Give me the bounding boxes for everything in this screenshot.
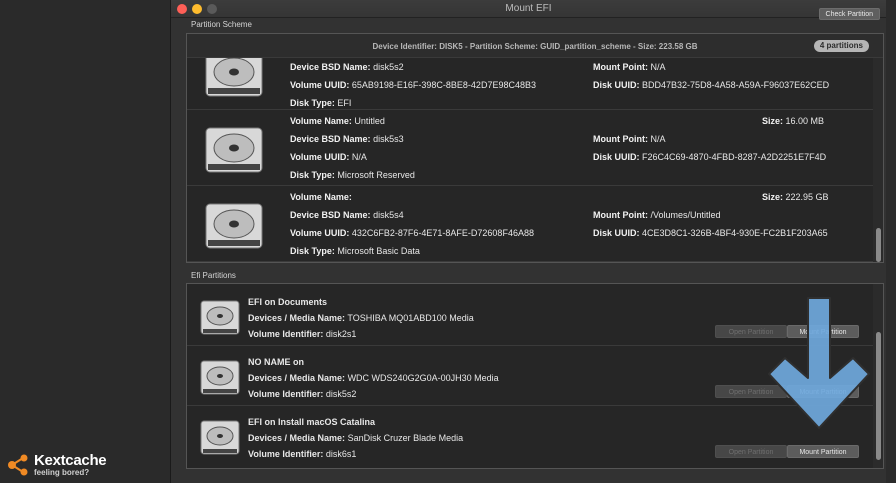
disk-type-label: Disk Type: [290, 170, 335, 180]
media-value: WDC WDS240G2G0A-00JH30 Media [347, 373, 499, 383]
media-label: Devices / Media Name: [248, 373, 346, 383]
disk-uuid-value: F26C4C69-4870-4FBD-8287-A2D2251E7F4D [642, 152, 827, 162]
volume-identifier-value: disk5s2 [325, 389, 357, 399]
size-label: Size: [762, 116, 784, 126]
partition-scheme-label: Partition Scheme [191, 20, 252, 29]
media-value: SanDisk Cruzer Blade Media [347, 433, 464, 443]
device-bsd-value: disk5s3 [373, 134, 404, 144]
logo-text: Kextcache [34, 452, 107, 469]
media-label: Devices / Media Name: [248, 433, 346, 443]
device-bsd-label: Device BSD Name: [290, 62, 371, 72]
efi-scroll-thumb[interactable] [876, 332, 881, 460]
disk-type-label: Disk Type: [290, 246, 335, 256]
device-bsd-value: disk5s2 [373, 62, 404, 72]
volume-identifier-label: Volume Identifier: [248, 389, 324, 399]
mount-point-label: Mount Point: [593, 62, 648, 72]
mount-point-label: Mount Point: [593, 210, 648, 220]
volume-uuid-value: N/A [351, 152, 367, 162]
partition-row: Device BSD Name: disk5s2 Mount Point: N/… [187, 58, 883, 110]
title-bar: Mount EFI [171, 0, 886, 18]
partition-scroll-thumb[interactable] [876, 228, 881, 262]
disk-uuid-value: BDD47B32-75D8-4A58-A59A-F96037E62CED [642, 80, 830, 90]
volume-uuid-value: 65AB9198-E16F-398C-8BE8-42D7E98C48B3 [351, 80, 536, 90]
disk-type-value: Microsoft Basic Data [337, 246, 420, 256]
efi-title: NO NAME on [248, 357, 304, 367]
volume-identifier-value: disk6s1 [325, 449, 357, 459]
device-bsd-value: disk5s4 [373, 210, 404, 220]
volume-uuid-value: 432C6FB2-87F6-4E71-8AFE-D72608F46A88 [351, 228, 534, 238]
volume-identifier-label: Volume Identifier: [248, 449, 324, 459]
check-partition-button[interactable]: Check Partition [818, 8, 880, 20]
partition-row: Volume Name: Size: 222.95 GB Device BSD … [187, 186, 883, 262]
media-label: Devices / Media Name: [248, 313, 346, 323]
kextcache-logo: Kextcache feeling bored? [6, 451, 136, 479]
device-bsd-label: Device BSD Name: [290, 134, 371, 144]
hard-drive-icon [205, 58, 263, 97]
volume-uuid-label: Volume UUID: [290, 228, 350, 238]
volume-name-value: Untitled [354, 116, 385, 126]
partition-count-badge: 4 partitions [813, 40, 869, 52]
mount-point-label: Mount Point: [593, 134, 648, 144]
share-nodes-icon [8, 454, 28, 476]
window-title: Mount EFI [505, 3, 552, 14]
efi-title: EFI on Install macOS Catalina [248, 417, 376, 427]
hard-drive-icon [200, 420, 240, 455]
partition-scheme-panel: Device Identifier: DISK5 - Partition Sch… [186, 33, 884, 263]
volume-uuid-label: Volume UUID: [290, 80, 350, 90]
partition-row: Volume Name: Untitled Size: 16.00 MB Dev… [187, 110, 883, 186]
size-label: Size: [762, 192, 784, 202]
partition-list[interactable]: Device BSD Name: disk5s2 Mount Point: N/… [187, 58, 883, 262]
volume-uuid-label: Volume UUID: [290, 152, 350, 162]
disk-type-label: Disk Type: [290, 98, 335, 108]
open-partition-button[interactable]: Open Partition [715, 445, 787, 458]
disk-type-value: Microsoft Reserved [337, 170, 415, 180]
disk-uuid-label: Disk UUID: [593, 80, 640, 90]
hard-drive-icon [200, 360, 240, 395]
size-value: 16.00 MB [785, 116, 825, 126]
hard-drive-icon [205, 203, 263, 249]
size-value: 222.95 GB [785, 192, 829, 202]
disk-uuid-label: Disk UUID: [593, 228, 640, 238]
mount-point-value: N/A [650, 62, 666, 72]
volume-identifier-value: disk2s1 [325, 329, 357, 339]
device-identifier-text: Device Identifier: DISK5 - Partition Sch… [372, 42, 698, 51]
hard-drive-icon [205, 127, 263, 173]
disk-uuid-value: 4CE3D8C1-326B-4BF4-930E-FC2B1F203A65 [642, 228, 828, 238]
efi-title: EFI on Documents [248, 297, 328, 307]
volume-identifier-label: Volume Identifier: [248, 329, 324, 339]
volume-name-label: Volume Name: [290, 192, 352, 202]
volume-name-label: Volume Name: [290, 116, 352, 126]
partition-scrollbar[interactable] [873, 58, 883, 262]
mount-point-value: N/A [650, 134, 666, 144]
disk-type-value: EFI [337, 98, 352, 108]
disk-uuid-label: Disk UUID: [593, 152, 640, 162]
efi-partitions-label: Efi Partitions [191, 271, 236, 280]
partition-scheme-header: Device Identifier: DISK5 - Partition Sch… [187, 34, 883, 58]
hard-drive-icon [200, 300, 240, 335]
down-arrow-icon [768, 297, 870, 429]
logo-tagline: feeling bored? [34, 468, 90, 477]
mount-point-value: /Volumes/Untitled [650, 210, 721, 220]
desktop-background [0, 0, 170, 483]
media-value: TOSHIBA MQ01ABD100 Media [347, 313, 474, 323]
device-bsd-label: Device BSD Name: [290, 210, 371, 220]
mount-partition-button[interactable]: Mount Partition [787, 445, 859, 458]
